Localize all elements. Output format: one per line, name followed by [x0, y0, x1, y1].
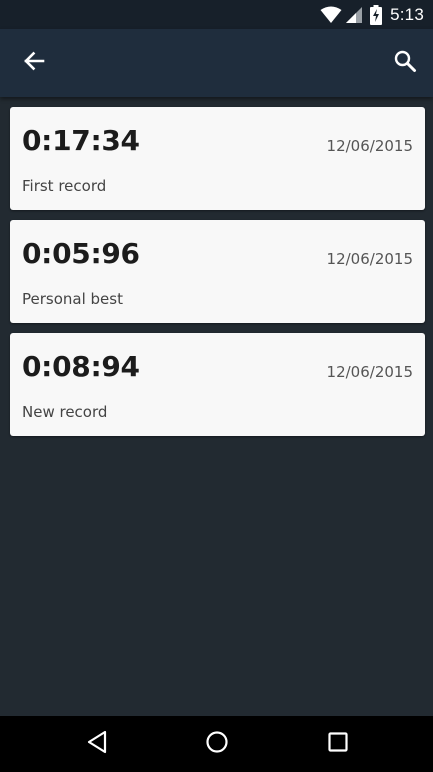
screen: 5:13 0:17:34 12/06/2015 First record 0:0…: [0, 0, 433, 772]
status-icons: 5:13: [320, 0, 433, 29]
app-bar: [0, 29, 433, 97]
battery-charging-icon: [370, 4, 383, 25]
search-icon: [393, 49, 417, 77]
record-label: New record: [22, 403, 108, 421]
nav-back-icon: [86, 730, 108, 758]
signal-icon: [345, 6, 363, 24]
record-list: 0:17:34 12/06/2015 First record 0:05:96 …: [10, 107, 425, 446]
record-date: 12/06/2015: [326, 137, 413, 155]
nav-recents-button[interactable]: [314, 724, 362, 764]
navigation-bar: [0, 716, 433, 772]
record-date: 12/06/2015: [326, 250, 413, 268]
search-button[interactable]: [385, 43, 425, 83]
back-button[interactable]: [14, 43, 54, 83]
list-item[interactable]: 0:08:94 12/06/2015 New record: [10, 333, 425, 436]
list-item[interactable]: 0:17:34 12/06/2015 First record: [10, 107, 425, 210]
record-time: 0:17:34: [22, 124, 140, 157]
record-time: 0:05:96: [22, 237, 140, 270]
nav-recents-icon: [327, 731, 349, 757]
arrow-left-icon: [23, 50, 45, 76]
wifi-icon: [320, 6, 342, 24]
nav-home-button[interactable]: [193, 724, 241, 764]
record-label: First record: [22, 177, 107, 195]
record-date: 12/06/2015: [326, 363, 413, 381]
nav-back-button[interactable]: [73, 724, 121, 764]
record-time: 0:08:94: [22, 350, 140, 383]
list-item[interactable]: 0:05:96 12/06/2015 Personal best: [10, 220, 425, 323]
status-bar: 5:13: [0, 0, 433, 29]
record-label: Personal best: [22, 290, 123, 308]
status-time: 5:13: [390, 4, 424, 24]
nav-home-icon: [205, 730, 229, 758]
